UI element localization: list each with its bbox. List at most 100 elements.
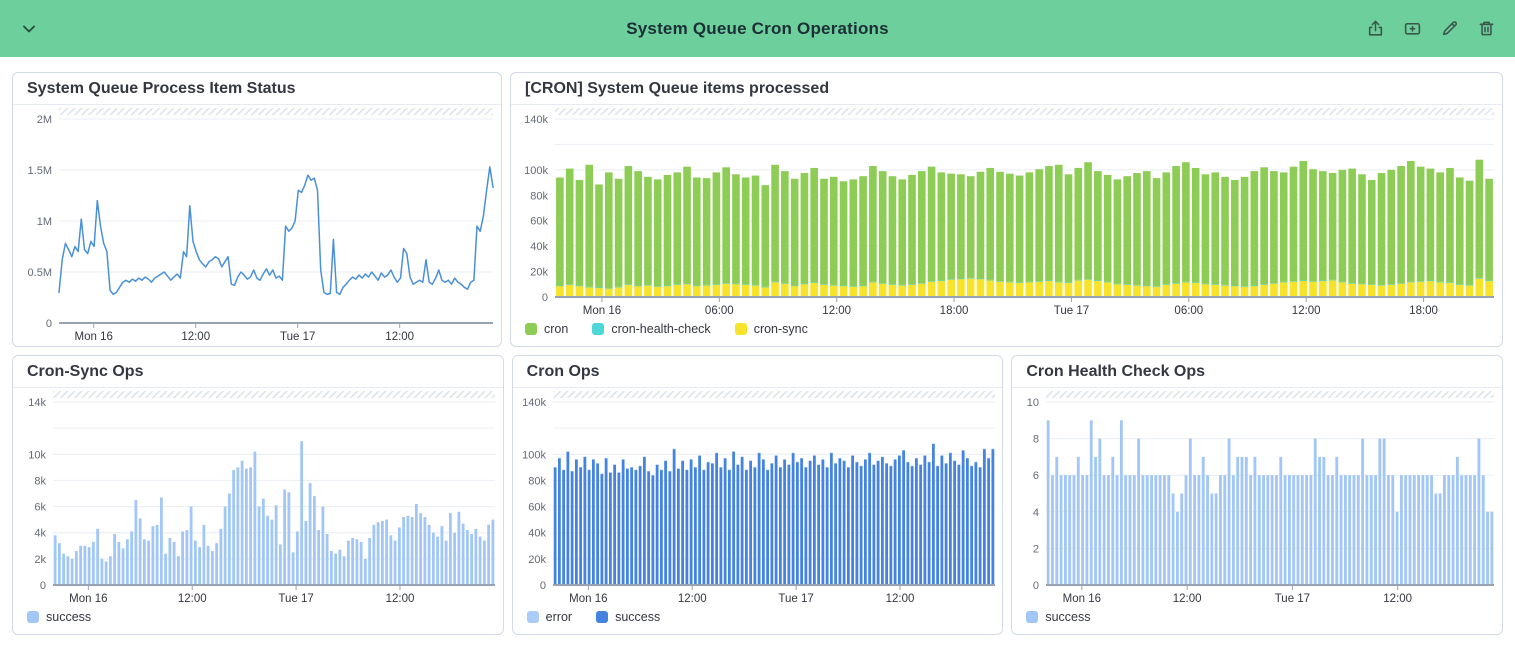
svg-text:Tue 17: Tue 17 <box>1275 593 1310 605</box>
svg-text:20k: 20k <box>528 554 546 566</box>
svg-text:2M: 2M <box>37 114 52 126</box>
svg-text:1.5M: 1.5M <box>28 165 52 177</box>
panel-process-item-status: System Queue Process Item Status 0 0.5M 1M… <box>12 72 502 347</box>
panel-cron-ops: Cron Ops 0 20k 40k 60k 80k 100k 140k Mon 16 12:0… <box>512 355 1004 635</box>
legend-label: success <box>46 610 91 624</box>
legend-label: error <box>546 610 572 624</box>
legend: error success <box>513 608 1003 634</box>
legend-swatch-icon <box>1026 611 1038 623</box>
panel-title[interactable]: System Queue Process Item Status <box>13 73 501 105</box>
svg-text:1M: 1M <box>37 216 52 228</box>
svg-text:140k: 140k <box>522 397 546 409</box>
dashboard-grid: System Queue Process Item Status 0 0.5M 1M… <box>0 57 1515 647</box>
header-actions <box>1363 16 1499 41</box>
copy-to-dashboard-icon[interactable] <box>1400 16 1425 41</box>
svg-text:Mon 16: Mon 16 <box>583 305 621 317</box>
legend-label: success <box>1045 610 1090 624</box>
svg-text:0.5M: 0.5M <box>28 267 52 279</box>
svg-text:2: 2 <box>1033 543 1039 555</box>
dashboard-header: System Queue Cron Operations <box>0 0 1515 57</box>
legend-item[interactable]: cron-health-check <box>592 322 710 336</box>
svg-text:Mon 16: Mon 16 <box>75 331 113 343</box>
svg-text:80k: 80k <box>528 475 546 487</box>
svg-text:0: 0 <box>540 580 546 592</box>
legend-item[interactable]: cron-sync <box>735 322 808 336</box>
stacked-bar-chart-items-processed[interactable]: 020k40k60k80k100k140kMon 1606:0012:0018:… <box>511 105 1502 320</box>
svg-text:6: 6 <box>1033 470 1039 482</box>
panel-items-processed: [CRON] System Queue items processed 020k… <box>510 72 1503 347</box>
svg-text:06:00: 06:00 <box>1174 305 1203 317</box>
svg-text:6k: 6k <box>34 502 46 514</box>
svg-text:0: 0 <box>1033 580 1039 592</box>
panel-title[interactable]: [CRON] System Queue items processed <box>511 73 1502 105</box>
legend-swatch-icon <box>525 323 537 335</box>
svg-text:0: 0 <box>46 318 52 330</box>
svg-text:Tue 17: Tue 17 <box>278 593 313 605</box>
svg-text:80k: 80k <box>530 190 548 202</box>
svg-text:Mon 16: Mon 16 <box>569 593 607 605</box>
svg-text:Mon 16: Mon 16 <box>1063 593 1101 605</box>
svg-text:40k: 40k <box>530 241 548 253</box>
svg-text:0: 0 <box>542 292 548 304</box>
svg-text:12:00: 12:00 <box>885 593 914 605</box>
svg-text:18:00: 18:00 <box>940 305 969 317</box>
svg-text:40k: 40k <box>528 528 546 540</box>
svg-text:14k: 14k <box>28 397 46 409</box>
legend-label: success <box>615 610 660 624</box>
svg-text:12:00: 12:00 <box>386 593 415 605</box>
svg-text:100k: 100k <box>522 449 546 461</box>
svg-text:100k: 100k <box>524 165 548 177</box>
legend-item[interactable]: success <box>596 610 660 624</box>
svg-text:2k: 2k <box>34 554 46 566</box>
svg-text:12:00: 12:00 <box>385 331 414 343</box>
panel-health-check-ops: Cron Health Check Ops 0246810Mon 1612:00… <box>1011 355 1503 635</box>
svg-text:18:00: 18:00 <box>1409 305 1438 317</box>
legend-label: cron <box>544 322 568 336</box>
dashboard-title: System Queue Cron Operations <box>626 19 889 39</box>
svg-text:10k: 10k <box>28 449 46 461</box>
svg-text:12:00: 12:00 <box>1384 593 1413 605</box>
svg-text:06:00: 06:00 <box>705 305 734 317</box>
svg-text:0: 0 <box>40 580 46 592</box>
line-chart-process-item-status[interactable]: 0 0.5M 1M 1.5M 2M Mon 16 12:00 Tue 17 12:00 <box>13 105 501 346</box>
svg-text:12:00: 12:00 <box>181 331 210 343</box>
svg-text:10: 10 <box>1027 397 1039 409</box>
panel-cron-sync-ops: Cron-Sync Ops 0 2k 4k 6k 8k 10k 14k Mon 16 12:00… <box>12 355 504 635</box>
svg-text:8k: 8k <box>34 475 46 487</box>
panel-title[interactable]: Cron Health Check Ops <box>1012 356 1502 388</box>
svg-text:12:00: 12:00 <box>678 593 707 605</box>
panel-title[interactable]: Cron Ops <box>513 356 1003 388</box>
svg-text:60k: 60k <box>528 502 546 514</box>
panel-title[interactable]: Cron-Sync Ops <box>13 356 503 388</box>
export-icon[interactable] <box>1363 16 1388 41</box>
legend-swatch-icon <box>735 323 747 335</box>
svg-text:12:00: 12:00 <box>178 593 207 605</box>
legend: success <box>1012 608 1502 634</box>
svg-text:140k: 140k <box>524 114 548 126</box>
edit-icon[interactable] <box>1437 16 1462 41</box>
svg-text:Tue 17: Tue 17 <box>280 331 315 343</box>
bar-chart-cron-ops[interactable]: 0 20k 40k 60k 80k 100k 140k Mon 16 12:00 Tue 17 12… <box>513 388 1003 608</box>
legend-item[interactable]: cron <box>525 322 568 336</box>
legend-swatch-icon <box>27 611 39 623</box>
legend-label: cron-sync <box>754 322 808 336</box>
bar-chart-health-check-ops[interactable]: 0246810Mon 1612:00Tue 1712:00 <box>1012 388 1502 608</box>
legend: success <box>13 608 503 634</box>
bar-chart-cron-sync-ops[interactable]: 0 2k 4k 6k 8k 10k 14k Mon 16 12:00 Tue 17 12:00 <box>13 388 503 608</box>
legend: cron cron-health-check cron-sync <box>511 320 1502 346</box>
legend-item[interactable]: success <box>27 610 91 624</box>
legend-swatch-icon <box>527 611 539 623</box>
svg-text:Tue 17: Tue 17 <box>778 593 813 605</box>
svg-text:12:00: 12:00 <box>1292 305 1321 317</box>
svg-text:4k: 4k <box>34 528 46 540</box>
legend-swatch-icon <box>592 323 604 335</box>
svg-text:60k: 60k <box>530 216 548 228</box>
legend-item[interactable]: success <box>1026 610 1090 624</box>
delete-icon[interactable] <box>1474 16 1499 41</box>
svg-text:Mon 16: Mon 16 <box>69 593 107 605</box>
legend-label: cron-health-check <box>611 322 710 336</box>
svg-text:Tue 17: Tue 17 <box>1054 305 1089 317</box>
legend-item[interactable]: error <box>527 610 572 624</box>
svg-text:8: 8 <box>1033 434 1039 446</box>
collapse-chevron-icon[interactable] <box>16 16 42 42</box>
